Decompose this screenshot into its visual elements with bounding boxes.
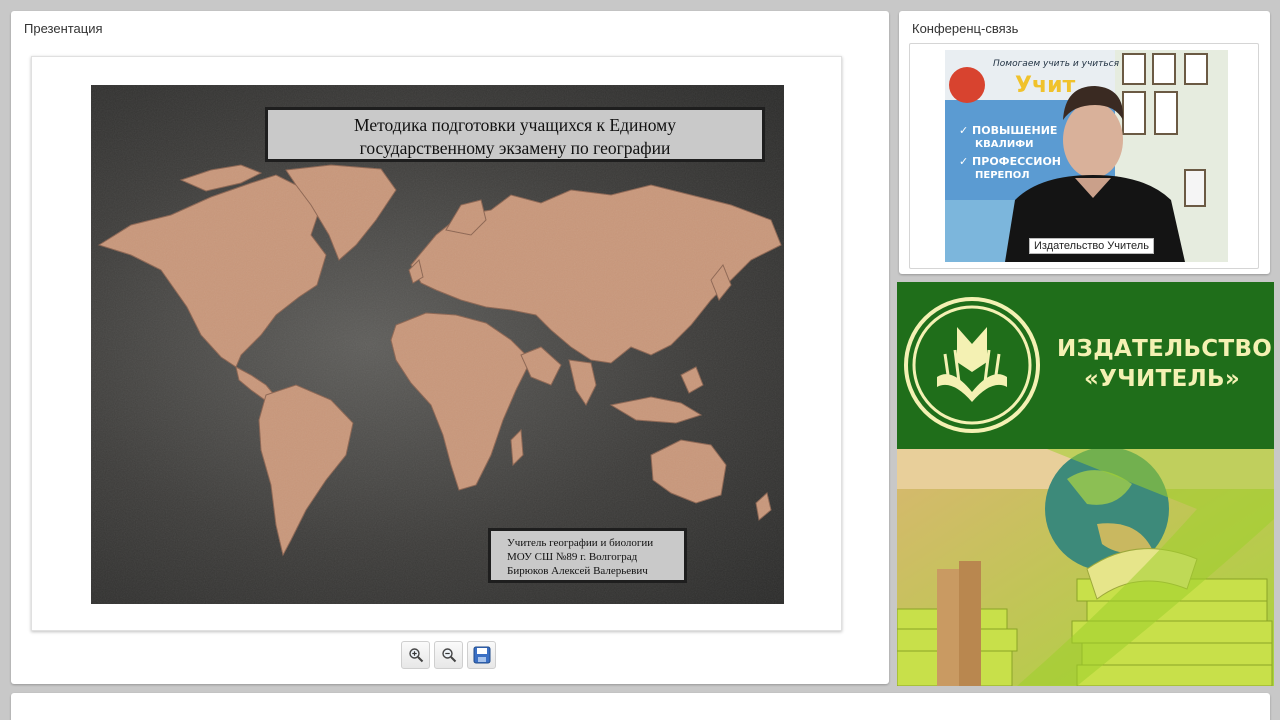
slide-viewer: Методика подготовки учащихся к Единому г… xyxy=(31,56,842,631)
slide-author-box: Учитель географии и биологии МОУ СШ №89 … xyxy=(488,528,687,583)
conference-panel-title: Конференц-связь xyxy=(912,21,1019,36)
svg-text:✓ ПРОФЕССИОН: ✓ ПРОФЕССИОН xyxy=(959,155,1061,168)
bottom-panel xyxy=(11,693,1270,720)
webcam-image: Помогаем учить и учиться Учит ✓ ПОВЫШЕНИ… xyxy=(945,50,1228,262)
author-line-2: МОУ СШ №89 г. Волгоград xyxy=(507,551,638,563)
books-globe-image xyxy=(897,449,1274,686)
slide-title-line-1: Методика подготовки учащихся к Единому xyxy=(354,115,676,135)
author-line-3: Бирюков Алексей Валерьевич xyxy=(507,565,648,577)
svg-text:КВАЛИФИ: КВАЛИФИ xyxy=(975,139,1034,150)
zoom-out-icon xyxy=(441,648,456,663)
svg-text:✓ ПОВЫШЕНИЕ: ✓ ПОВЫШЕНИЕ xyxy=(959,124,1057,137)
save-button[interactable] xyxy=(467,641,496,669)
slide-title-line-2: государственному экзамену по географии xyxy=(359,138,671,158)
slide: Методика подготовки учащихся к Единому г… xyxy=(91,85,784,604)
video-participant-label: Издательство Учитель xyxy=(1029,238,1154,254)
svg-text:Помогаем учить и учиться: Помогаем учить и учиться xyxy=(993,59,1120,69)
zoom-in-button[interactable] xyxy=(401,641,430,669)
conference-panel: Конференц-связь Помогаем учить и учиться… xyxy=(899,11,1270,274)
publisher-name-line-2: «УЧИТЕЛЬ» xyxy=(1083,366,1241,392)
publisher-name-line-1: ИЗДАТЕЛЬСТВО xyxy=(1057,336,1273,362)
presentation-panel-title: Презентация xyxy=(24,21,103,36)
zoom-out-button[interactable] xyxy=(434,641,463,669)
presentation-toolbar xyxy=(401,641,496,669)
author-line-1: Учитель географии и биологии xyxy=(507,537,654,549)
publisher-logo-icon xyxy=(904,297,1040,433)
slide-title: Методика подготовки учащихся к Единому г… xyxy=(265,107,765,162)
presentation-panel: Презентация Методика подготовки учащихся… xyxy=(11,11,889,684)
svg-text:ПЕРЕПОЛ: ПЕРЕПОЛ xyxy=(975,170,1030,181)
books-illustration xyxy=(897,449,1274,686)
video-frame: Помогаем учить и учиться Учит ✓ ПОВЫШЕНИ… xyxy=(909,43,1259,269)
svg-text:Учит: Учит xyxy=(1015,73,1075,98)
publisher-name: ИЗДАТЕЛЬСТВО «УЧИТЕЛЬ» xyxy=(1057,334,1273,394)
world-map-image xyxy=(91,85,784,604)
save-icon xyxy=(473,646,490,664)
zoom-in-icon xyxy=(408,648,423,663)
publisher-logo-banner: ИЗДАТЕЛЬСТВО «УЧИТЕЛЬ» xyxy=(897,282,1274,449)
webcam-video[interactable]: Помогаем учить и учиться Учит ✓ ПОВЫШЕНИ… xyxy=(945,50,1228,262)
